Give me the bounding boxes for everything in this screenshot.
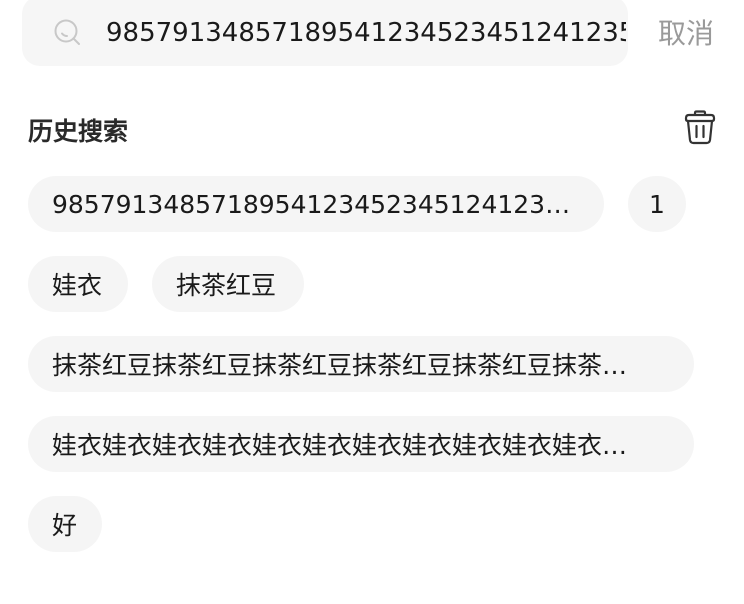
history-chip[interactable]: 抹茶红豆抹茶红豆抹茶红豆抹茶红豆抹茶红豆抹茶… [28,336,694,392]
history-chip[interactable]: 娃衣娃衣娃衣娃衣娃衣娃衣娃衣娃衣娃衣娃衣娃衣… [28,416,694,472]
search-input[interactable] [106,13,626,53]
history-title: 历史搜索 [28,117,129,146]
history-chip[interactable]: 98579134857189541234523451241235132​5 [28,176,604,232]
chip-row: 娃衣 抹茶红豆 [28,256,718,312]
trash-icon[interactable] [683,109,717,145]
history-chip[interactable]: 抹茶红豆 [152,256,304,312]
chip-row: 娃衣娃衣娃衣娃衣娃衣娃衣娃衣娃衣娃衣娃衣娃衣… [28,416,718,472]
history-chips: 98579134857189541234523451241235132​5 1 … [28,176,718,576]
history-chip-label: 好 [52,511,78,540]
history-chip[interactable]: 1 [628,176,686,232]
search-page: 取消 历史搜索 98579134857189541234523451241235… [0,0,744,604]
search-bar[interactable] [22,0,628,66]
chip-row: 98579134857189541234523451241235132​5 1 [28,176,718,232]
history-chip-label: 抹茶红豆抹茶红豆抹茶红豆抹茶红豆抹茶红豆抹茶… [52,351,628,380]
cancel-button[interactable]: 取消 [658,12,714,52]
chip-row: 抹茶红豆抹茶红豆抹茶红豆抹茶红豆抹茶红豆抹茶… [28,336,718,392]
history-chip-label: 1 [649,189,665,219]
history-chip-label: 抹茶红豆 [176,271,277,300]
history-chip-label: 娃衣娃衣娃衣娃衣娃衣娃衣娃衣娃衣娃衣娃衣娃衣… [52,431,628,460]
search-icon [54,19,80,45]
history-chip-label: 98579134857189541234523451241235132​5 [52,189,580,219]
chip-row: 好 [28,496,718,552]
history-chip[interactable]: 娃衣 [28,256,128,312]
history-chip[interactable]: 好 [28,496,102,552]
history-chip-label: 娃衣 [52,271,103,300]
